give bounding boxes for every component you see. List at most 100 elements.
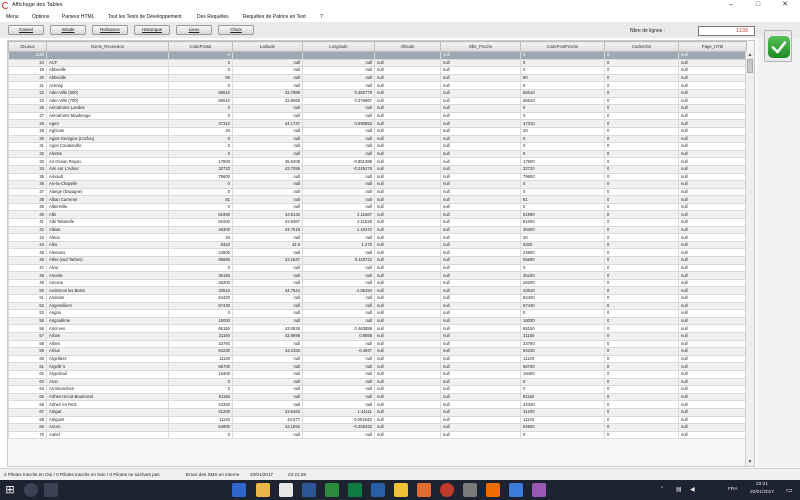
- table-row[interactable]: 62 Argenhali 19400 null null null null 19400 0 nu…: [8, 369, 747, 379]
- column-header[interactable]: CodePostProche: [520, 41, 605, 52]
- table-row[interactable]: 67 Artigat 31200 43.6483 1.44111 null null 3120…: [8, 407, 747, 417]
- ok-button[interactable]: [764, 30, 792, 62]
- table-row[interactable]: 26 Aérodrome Landes 0 null null null null 0 0 nul…: [8, 104, 747, 113]
- choix-button[interactable]: Choix: [218, 25, 254, 35]
- table-row[interactable]: 53 Angos 0 null null null null 0 0 null: [8, 309, 747, 318]
- table-row[interactable]: 47 Alvor 0 null null null null 0 0 null: [8, 263, 747, 273]
- table-row[interactable]: 45 Alemans 24600 null null null null 24600 0 null: [8, 248, 747, 258]
- column-header[interactable]: CodeInfos: [604, 41, 679, 52]
- taskbar-app2-icon[interactable]: [463, 483, 477, 497]
- table-row[interactable]: 19 Abbeville 0 null null null null 0 0 null: [8, 66, 747, 75]
- taskbar-app3-icon[interactable]: [486, 483, 500, 497]
- initiale-button[interactable]: Initiale: [50, 25, 86, 35]
- maximize-button[interactable]: □: [745, 0, 771, 11]
- column-header[interactable]: Longitude: [302, 41, 375, 52]
- table-row[interactable]: 37 Alange (Espagne) 0 null null null null 0 0 nul…: [8, 187, 747, 197]
- table-row[interactable]: 29 Aghione 20 null null null null 20 0 null: [8, 126, 747, 136]
- table-row[interactable]: 23 Ader-Ville (700) 65510 42.8069 0.376667 nu…: [8, 96, 747, 106]
- scroll-down-icon[interactable]: ▼: [747, 459, 753, 465]
- table-row[interactable]: 51 Andoins 64420 null null null null 64420 0 null: [8, 294, 747, 303]
- vertical-scrollbar[interactable]: ▲ ▼: [745, 51, 754, 466]
- table-row[interactable]: 43 Aleria 20 null null null null 20 0 null: [8, 233, 747, 242]
- table-row[interactable]: 28 Agen 47310 44.1747 0.590553 null null 47310 0…: [8, 119, 747, 128]
- column-header[interactable]: Altitude: [374, 41, 441, 52]
- task-view-icon[interactable]: [44, 483, 58, 497]
- table-row[interactable]: 61 ArgelÈ`s 66700 null null null null 66700 0 nul…: [8, 362, 747, 371]
- windows-start-icon[interactable]: ⊞: [3, 483, 17, 497]
- table-row[interactable]: 33 Air Ocean Royan 17600 45.6208 -0.851389 nu…: [8, 157, 747, 166]
- table-row[interactable]: 22 Ader-Ville (600) 65510 42.7989 0.382778 nu…: [8, 88, 747, 98]
- table-row[interactable]: 49 Ancone 26200 null null null null 26200 0 null: [8, 278, 747, 288]
- network-icon[interactable]: ▤: [676, 486, 682, 493]
- table-row[interactable]: 55 Angoulême 16000 null null null null 16000 0 nu…: [8, 316, 747, 326]
- taskbar-app-icon[interactable]: [325, 483, 339, 497]
- taskbar-explorer-icon[interactable]: [256, 483, 270, 497]
- table-row[interactable]: 46 Allier (sud Tarbes) 65690 43.1847 0.11972…: [8, 256, 747, 265]
- table-row[interactable]: 59 Arbus 64230 43.3155 -0.4947 null null 64230 0…: [8, 347, 747, 356]
- menu-item-tests[interactable]: Tout les Tests de Développement: [108, 14, 182, 20]
- scroll-up-icon[interactable]: ▲: [747, 52, 753, 58]
- column-header[interactable]: CodePostal: [168, 41, 233, 52]
- table-row[interactable]: 36 Aix-la-Chapelle 0 null null null null 0 0 null: [8, 180, 747, 189]
- column-header[interactable]: Latitude: [232, 41, 303, 52]
- close-button[interactable]: ✕: [772, 0, 798, 11]
- table-row[interactable]: 30 Agios Georgios (Corfou) 0 null null null nu…: [8, 134, 747, 144]
- table-row[interactable]: 52 Angervilliers 57440 null null null null 5744…: [8, 301, 747, 311]
- table-row[interactable]: 42 Albias 46300 44.7519 1.43472 null null 46300…: [8, 225, 747, 235]
- cancel-button[interactable]: Cansel: [8, 25, 44, 35]
- table-row[interactable]: 69 Ascon 64800 43.1692 -0.258333 null null 6480…: [8, 423, 747, 432]
- table-row[interactable]: 44 Alès 9320 42.9 1.275 null null 9320 0 null: [8, 240, 747, 250]
- table-row[interactable]: 20 Abbeville 80 null null null null 80 0 null: [8, 73, 747, 83]
- menu-item-requetes-patrice[interactable]: Requêtes de Patrice en Test: [243, 14, 306, 20]
- table-row[interactable]: 58 Arbes 33760 null null null null 33760 0 null: [8, 339, 747, 349]
- table-row[interactable]: 60 Argelliers 11120 null null null null 11120 0 n…: [8, 354, 747, 364]
- menu-item-requetes[interactable]: Des Requêtes: [197, 14, 229, 20]
- table-row[interactable]: 68 Artigues 11140 43.577 0.00194S null null 111…: [8, 415, 747, 425]
- taskbar-app5-icon[interactable]: [532, 483, 546, 497]
- table-row[interactable]: 21 Acenay 0 null null null null 0 0 null: [8, 81, 747, 90]
- tray-chevron-icon[interactable]: ⌃: [660, 487, 664, 492]
- table-row[interactable]: 1140 0 null 0 0 null: [8, 51, 747, 60]
- column-header[interactable]: Ville_Proche: [440, 41, 521, 52]
- taskbar-edge-icon[interactable]: [232, 483, 246, 497]
- table-row[interactable]: 48 Ancelis 35150 null null null null 35150 0 null: [8, 271, 747, 280]
- table-row[interactable]: 34 Aire sur L'Adour 32720 43.7095 -0.245278 n…: [8, 164, 747, 174]
- language-indicator[interactable]: FRA: [728, 487, 738, 492]
- table-row[interactable]: 32 Ahetze 0 null null null null 0 0 null: [8, 149, 747, 159]
- taskbar-shield-icon[interactable]: [371, 483, 385, 497]
- table-row[interactable]: 31 Agon Coutainville 0 null null null null 0 0 nu…: [8, 142, 747, 151]
- table-row[interactable]: 27 Aérodrome Maubeuge 0 null null null null 0 0 n…: [8, 111, 747, 121]
- search-icon[interactable]: [24, 483, 38, 497]
- taskbar-word-icon[interactable]: [302, 483, 316, 497]
- taskbar-firefox-icon[interactable]: [417, 483, 431, 497]
- minimize-button[interactable]: –: [718, 0, 744, 11]
- menu-item-menu[interactable]: Menu: [6, 14, 19, 20]
- data-grid[interactable]: IDLieux Noms_Recension CodePostal Latitude L…: [7, 40, 755, 467]
- taskbar-excel-icon[interactable]: [348, 483, 362, 497]
- table-row[interactable]: 41 Albi Tabarelle 81000 43.9367 2.11528 null n…: [8, 218, 747, 227]
- notification-icon[interactable]: ▭: [786, 486, 793, 494]
- table-row[interactable]: 70 Aubel 0 null null null null 0 0 null: [8, 430, 747, 440]
- table-row[interactable]: 65 Arthes Hecot-Boumozel 81160 null null null…: [8, 392, 747, 402]
- table-row[interactable]: 50 Andernos les Bains 33510 44.7544 -1.06194…: [8, 286, 747, 295]
- menu-item-options[interactable]: Options: [32, 14, 49, 20]
- historique-button[interactable]: Historique: [134, 25, 170, 35]
- relisance-button[interactable]: Relisance: [92, 25, 128, 35]
- column-header[interactable]: IDLieux: [8, 41, 47, 52]
- clock-date[interactable]: 20/01/2017: [750, 490, 774, 495]
- table-row[interactable]: 64 Arromanches 0 null null null null 0 0 null: [8, 385, 747, 394]
- table-row[interactable]: 66 Arthez en Retz 44320 null null null null 443…: [8, 400, 747, 409]
- volume-icon[interactable]: ◀: [690, 486, 695, 493]
- taskbar-active-app-icon[interactable]: [440, 483, 454, 497]
- table-row[interactable]: 35 Airvault 79600 null null null null 79600 0 nul…: [8, 172, 747, 182]
- table-row[interactable]: 57 Arbas 31160 42.9698 0.8858 null null 31160 0 n…: [8, 331, 747, 341]
- taskbar-app4-icon[interactable]: [509, 483, 523, 497]
- taskbar-store-icon[interactable]: [279, 483, 293, 497]
- table-row[interactable]: 38 Alban Carrenet 81 null null null null 81 0 nul…: [8, 195, 747, 204]
- lieux-button[interactable]: Lieux: [176, 25, 212, 35]
- menu-item-parseur-html[interactable]: Parseur HTML: [62, 14, 95, 20]
- menu-item-help[interactable]: ?: [320, 14, 323, 20]
- column-header[interactable]: Noms_Recension: [46, 41, 169, 52]
- table-row[interactable]: 63 Aron 0 null null null null 0 0 null: [8, 377, 747, 387]
- table-row[interactable]: 39 Albertville 0 null null null null 0 0 null: [8, 202, 747, 212]
